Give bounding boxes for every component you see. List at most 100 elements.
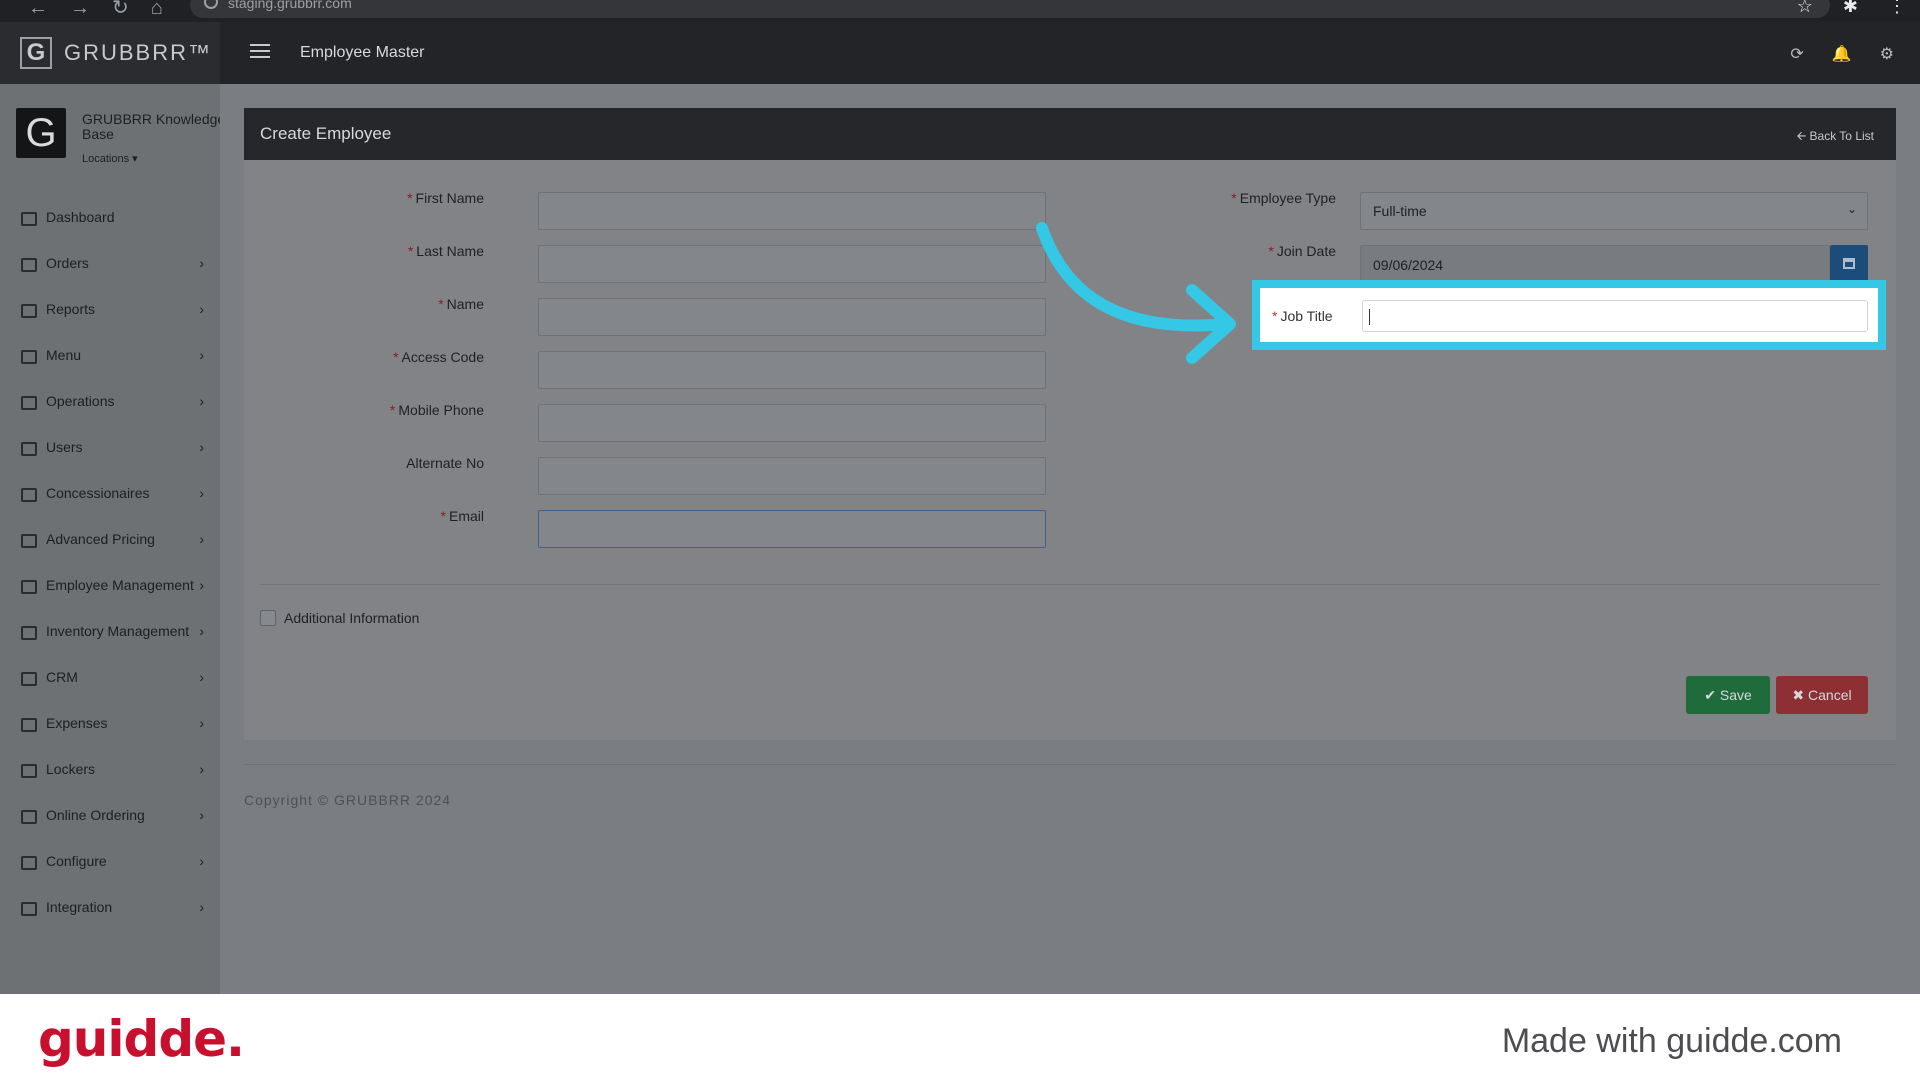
chevron-right-icon: › (199, 761, 204, 777)
sidebar-item-employee-management[interactable]: Employee Management › (0, 562, 220, 608)
brand[interactable]: G GRUBBRR™ (0, 22, 220, 84)
browser-toolbar: ← → ↻ ⌂ staging.grubbrr.com ☆ ✱ ⋮ (0, 0, 1920, 22)
email-input[interactable] (538, 510, 1046, 548)
chevron-right-icon: › (199, 715, 204, 731)
alternate-no-input[interactable] (538, 457, 1046, 495)
report-icon (20, 303, 37, 318)
scale-icon (20, 717, 37, 732)
chevron-right-icon: › (199, 623, 204, 639)
sidebar-item-users[interactable]: Users › (0, 424, 220, 470)
sidebar-item-label: Dashboard (46, 209, 115, 225)
job-title-input[interactable] (1362, 300, 1868, 332)
sidebar-item-concessionaires[interactable]: Concessionaires › (0, 470, 220, 516)
header-actions: ⟳ 🔔 ⚙ (1790, 44, 1894, 64)
reload-icon[interactable]: ↻ (112, 0, 129, 18)
sidebar-item-label: Online Ordering (46, 807, 145, 823)
sidebar-item-label: Advanced Pricing (46, 531, 155, 547)
link-icon (20, 671, 37, 686)
employee-type-select[interactable]: Full-time ⌄ (1360, 192, 1868, 230)
join-date-input[interactable]: 09/06/2024 (1360, 245, 1830, 283)
sidebar-item-integration[interactable]: Integration › (0, 884, 220, 930)
employee-type-label: * Employee Type (1231, 190, 1336, 206)
chevron-right-icon: › (199, 531, 204, 547)
back-icon[interactable]: ← (28, 0, 48, 18)
mobile-phone-label: * Mobile Phone (389, 402, 484, 418)
employee-type-value: Full-time (1373, 203, 1427, 219)
page-title: Employee Master (300, 44, 425, 61)
home-icon[interactable]: ⌂ (151, 0, 163, 18)
sidebar-item-label: Employee Management (46, 577, 194, 593)
sidebar-item-configure[interactable]: Configure › (0, 838, 220, 884)
browser-menu-icon[interactable]: ⋮ (1888, 0, 1906, 17)
sidebar-item-orders[interactable]: Orders › (0, 240, 220, 286)
money-icon (20, 533, 37, 548)
sidebar-item-lockers[interactable]: Lockers › (0, 746, 220, 792)
additional-information-toggle[interactable]: Additional Information (260, 610, 419, 626)
list-icon (20, 349, 37, 364)
sidebar: G GRUBBRR Knowledge Base Locations ▾ Das… (0, 84, 225, 994)
copyright-text: Copyright © GRUBBRR 2024 (244, 792, 452, 808)
user-add-icon (20, 441, 37, 456)
sidebar-item-label: Users (46, 439, 83, 455)
hamburger-menu-icon[interactable] (250, 44, 270, 58)
chevron-right-icon: › (199, 393, 204, 409)
org-logo: G (16, 108, 66, 158)
chevron-right-icon: › (199, 807, 204, 823)
address-bar[interactable]: staging.grubbrr.com (190, 0, 1830, 18)
calendar-icon (1843, 258, 1855, 269)
text-caret (1369, 309, 1370, 325)
brand-name: GRUBBRR™ (64, 40, 213, 65)
chevron-right-icon: › (199, 439, 204, 455)
forward-icon[interactable]: → (70, 0, 90, 18)
refresh-icon[interactable]: ⟳ (1790, 44, 1803, 64)
chevron-right-icon: › (199, 347, 204, 363)
back-to-list-link[interactable]: 🡨 Back To List (1796, 127, 1874, 148)
sidebar-item-crm[interactable]: CRM › (0, 654, 220, 700)
additional-information-checkbox[interactable] (260, 610, 276, 626)
site-info-icon[interactable] (204, 0, 218, 9)
card-title: Create Employee (260, 124, 392, 143)
users-icon (20, 579, 37, 594)
sidebar-item-label: Menu (46, 347, 82, 363)
gear-icon[interactable]: ⚙ (1880, 44, 1894, 64)
job-title-highlight: * Job Title (1252, 280, 1886, 350)
sidebar-item-menu[interactable]: Menu › (0, 332, 220, 378)
sidebar-item-expenses[interactable]: Expenses › (0, 700, 220, 746)
name-label: * Name (438, 296, 484, 312)
first-name-label: * First Name (407, 190, 484, 206)
sidebar-menu: Dashboard Orders › Reports › Menu › Operati… (0, 194, 220, 930)
sitemap-icon (20, 625, 37, 640)
dashboard-icon (20, 211, 37, 226)
first-name-input[interactable] (538, 192, 1046, 230)
alternate-no-label: Alternate No (406, 455, 484, 471)
access-code-input[interactable] (538, 351, 1046, 389)
bell-icon[interactable]: 🔔 (1832, 44, 1852, 64)
sidebar-item-reports[interactable]: Reports › (0, 286, 220, 332)
bookmark-star-icon[interactable]: ☆ (1797, 0, 1813, 17)
sidebar-item-online-ordering[interactable]: Online Ordering › (0, 792, 220, 838)
app-header: G GRUBBRR™ Employee Master ⟳ 🔔 ⚙ (0, 22, 1920, 84)
cancel-button[interactable]: ✖ Cancel (1776, 676, 1868, 714)
guidde-footer: guidde. Made with guidde.com (0, 994, 1920, 1080)
mobile-phone-input[interactable] (538, 404, 1046, 442)
form-divider (260, 584, 1880, 585)
sidebar-item-label: Configure (46, 853, 107, 869)
browser-nav: ← → ↻ ⌂ (0, 0, 163, 18)
extensions-icon[interactable]: ✱ (1843, 0, 1858, 17)
sidebar-item-operations[interactable]: Operations › (0, 378, 220, 424)
chevron-right-icon: › (199, 485, 204, 501)
locations-dropdown[interactable]: Locations ▾ (82, 152, 138, 165)
chevron-right-icon: › (199, 577, 204, 593)
name-input[interactable] (538, 298, 1046, 336)
calendar-button[interactable] (1830, 245, 1868, 283)
plug-icon (20, 763, 37, 778)
join-date-value: 09/06/2024 (1373, 257, 1444, 273)
last-name-input[interactable] (538, 245, 1046, 283)
sidebar-item-dashboard[interactable]: Dashboard (0, 194, 220, 240)
card-header: Create Employee 🡨 Back To List (244, 108, 1896, 160)
sidebar-item-label: Lockers (46, 761, 96, 777)
save-button[interactable]: ✔ Save (1686, 676, 1770, 714)
sidebar-item-inventory-management[interactable]: Inventory Management › (0, 608, 220, 654)
sidebar-item-advanced-pricing[interactable]: Advanced Pricing › (0, 516, 220, 562)
browser-actions: ☆ ✱ ⋮ (1797, 0, 1906, 17)
